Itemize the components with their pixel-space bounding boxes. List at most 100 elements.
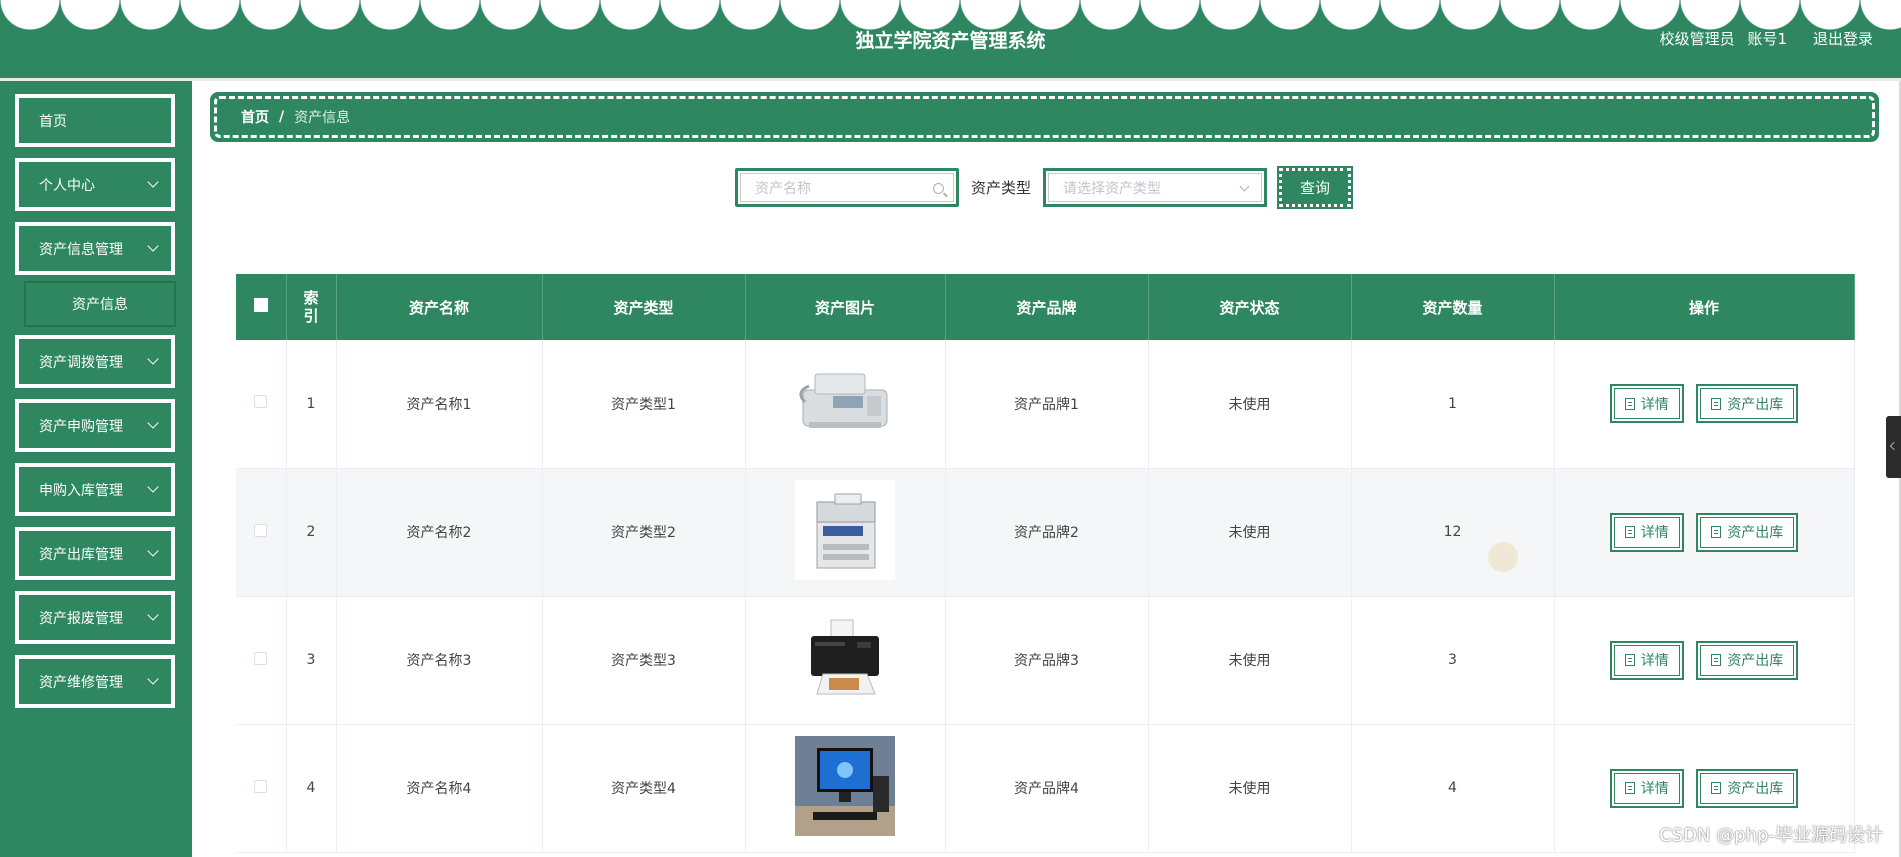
outbound-label: 资产出库 [1727, 653, 1784, 669]
asset-type-label: 资产类型 [971, 179, 1032, 197]
detail-label: 详情 [1640, 525, 1669, 541]
breadcrumb: 首页 / 资产信息 [210, 92, 1879, 142]
cell-brand: 资产品牌1 [945, 340, 1149, 469]
cell-quantity: 4 [1351, 724, 1555, 853]
column-header-index: 索 引 [286, 274, 337, 340]
cell-type: 资产类型3 [542, 596, 746, 725]
select-placeholder[interactable]: 请选择资产类型 [1048, 173, 1263, 202]
cell-status: 未使用 [1148, 340, 1352, 469]
outbound-button[interactable]: 资产出库 [1696, 768, 1799, 808]
cell-status: 未使用 [1148, 468, 1352, 597]
breadcrumb-separator: / [279, 109, 285, 125]
top-header: 独立学院资产管理系统 校级管理员 账号1 退出登录 [0, 0, 1901, 78]
cell-name: 资产名称1 [336, 340, 543, 469]
chevron-down-icon [147, 353, 159, 365]
sidebar-item-label: 申购入库管理 [39, 482, 123, 499]
index-header-char: 索 [303, 289, 319, 307]
detail-label: 详情 [1640, 781, 1669, 797]
outbound-button[interactable]: 资产出库 [1696, 640, 1799, 680]
sidebar-item-asset-purchase[interactable]: 资产申购管理 [15, 399, 175, 452]
breadcrumb-current: 资产信息 [294, 110, 351, 126]
cell-index: 1 [286, 340, 337, 469]
sidebar-item-asset-transfer[interactable]: 资产调拨管理 [15, 335, 175, 388]
outbound-label: 资产出库 [1727, 525, 1784, 541]
cell-quantity: 12 [1351, 468, 1555, 597]
cell-name: 资产名称4 [336, 724, 543, 853]
cell-status: 未使用 [1148, 596, 1352, 725]
document-icon [1624, 782, 1635, 794]
cell-actions: 详情 资产出库 [1554, 596, 1855, 725]
chevron-down-icon [147, 176, 159, 188]
outbound-button[interactable]: 资产出库 [1696, 384, 1799, 424]
detail-button[interactable]: 详情 [1609, 512, 1684, 552]
row-checkbox[interactable] [254, 779, 268, 793]
sidebar-item-personal-center[interactable]: 个人中心 [15, 158, 175, 211]
document-icon [1711, 526, 1722, 538]
document-icon [1711, 782, 1722, 794]
user-info: 校级管理员 账号1 [1660, 28, 1787, 49]
document-icon [1624, 654, 1635, 666]
detail-button[interactable]: 详情 [1609, 640, 1684, 680]
sidebar-item-home[interactable]: 首页 [15, 94, 175, 147]
fax-machine-image[interactable] [795, 352, 895, 452]
chevron-down-icon [147, 673, 159, 685]
row-checkbox[interactable] [254, 395, 268, 409]
sidebar-item-asset-info-mgmt[interactable]: 资产信息管理 [15, 222, 175, 275]
sidebar-item-label: 资产报废管理 [39, 610, 123, 627]
select-all-checkbox[interactable] [253, 298, 268, 312]
column-header-image: 资产图片 [745, 274, 946, 340]
cell-type: 资产类型2 [542, 468, 746, 597]
sidebar-item-label: 资产维修管理 [39, 674, 123, 691]
sidebar-item-label: 资产申购管理 [39, 418, 123, 435]
detail-button[interactable]: 详情 [1609, 384, 1684, 424]
user-role: 校级管理员 [1659, 30, 1735, 48]
sidebar-subitem-asset-info[interactable]: 资产信息 [24, 281, 176, 327]
document-icon [1624, 397, 1635, 410]
document-icon [1624, 526, 1635, 538]
cell-status: 未使用 [1148, 724, 1352, 853]
cell-quantity: 1 [1351, 340, 1555, 469]
sidebar-item-label: 资产调拨管理 [39, 354, 123, 371]
row-checkbox[interactable] [254, 651, 268, 665]
column-header-name: 资产名称 [336, 274, 543, 340]
table-row: 1 资产名称1 资产类型1 资产品牌1 未使用 1 详情 资产出库 [236, 340, 1855, 469]
table-row: 2 资产名称2 资产类型2 资产品牌2 未使用 12 详情 资产出库 [236, 468, 1855, 597]
cell-type: 资产类型4 [542, 724, 746, 853]
detail-label: 详情 [1640, 396, 1669, 413]
row-checkbox[interactable] [254, 523, 268, 537]
asset-name-search-input[interactable]: 资产名称 [735, 168, 959, 207]
cell-image [745, 340, 946, 469]
account-name: 账号1 [1747, 30, 1787, 48]
breadcrumb-home[interactable]: 首页 [241, 107, 269, 127]
table-header-row: 索 引 资产名称 资产类型 资产图片 资产品牌 资产状态 资产数量 操作 [236, 274, 1855, 340]
multifunction-printer-image[interactable] [795, 480, 895, 580]
cell-name: 资产名称2 [336, 468, 543, 597]
watermark: CSDN @php-毕业源码设计 [1659, 825, 1883, 846]
document-icon [1711, 397, 1722, 410]
cursor-highlight [1488, 542, 1518, 572]
cell-actions: 详情 资产出库 [1554, 340, 1855, 469]
detail-label: 详情 [1640, 653, 1669, 669]
sidebar-item-label: 首页 [39, 113, 67, 130]
cell-image [745, 596, 946, 725]
logout-link[interactable]: 退出登录 [1813, 28, 1873, 49]
chevron-down-icon [147, 240, 159, 252]
outbound-button[interactable]: 资产出库 [1696, 512, 1799, 552]
sidebar-item-purchase-inbound[interactable]: 申购入库管理 [15, 463, 175, 516]
sidebar-item-asset-repair[interactable]: 资产维修管理 [15, 655, 175, 708]
inkjet-printer-image[interactable] [795, 608, 895, 708]
asset-type-select[interactable]: 请选择资产类型 [1043, 168, 1268, 207]
query-button[interactable]: 查询 [1277, 166, 1354, 209]
sidebar-item-asset-outbound[interactable]: 资产出库管理 [15, 527, 175, 580]
detail-button[interactable]: 详情 [1609, 768, 1684, 808]
outbound-label: 资产出库 [1727, 781, 1784, 797]
sidebar: 首页 个人中心 资产信息管理 资产信息 资产调拨管理 资产申购管理 申购入库管理… [0, 81, 192, 857]
sidebar-item-label: 资产信息管理 [39, 241, 123, 258]
side-panel-toggle[interactable] [1886, 416, 1901, 478]
search-placeholder[interactable]: 资产名称 [740, 173, 954, 202]
cell-index: 3 [286, 596, 337, 725]
breadcrumb-inner: 首页 / 资产信息 [214, 96, 1875, 138]
cell-brand: 资产品牌4 [945, 724, 1149, 853]
desktop-computer-image[interactable] [795, 736, 895, 836]
sidebar-item-asset-scrap[interactable]: 资产报废管理 [15, 591, 175, 644]
